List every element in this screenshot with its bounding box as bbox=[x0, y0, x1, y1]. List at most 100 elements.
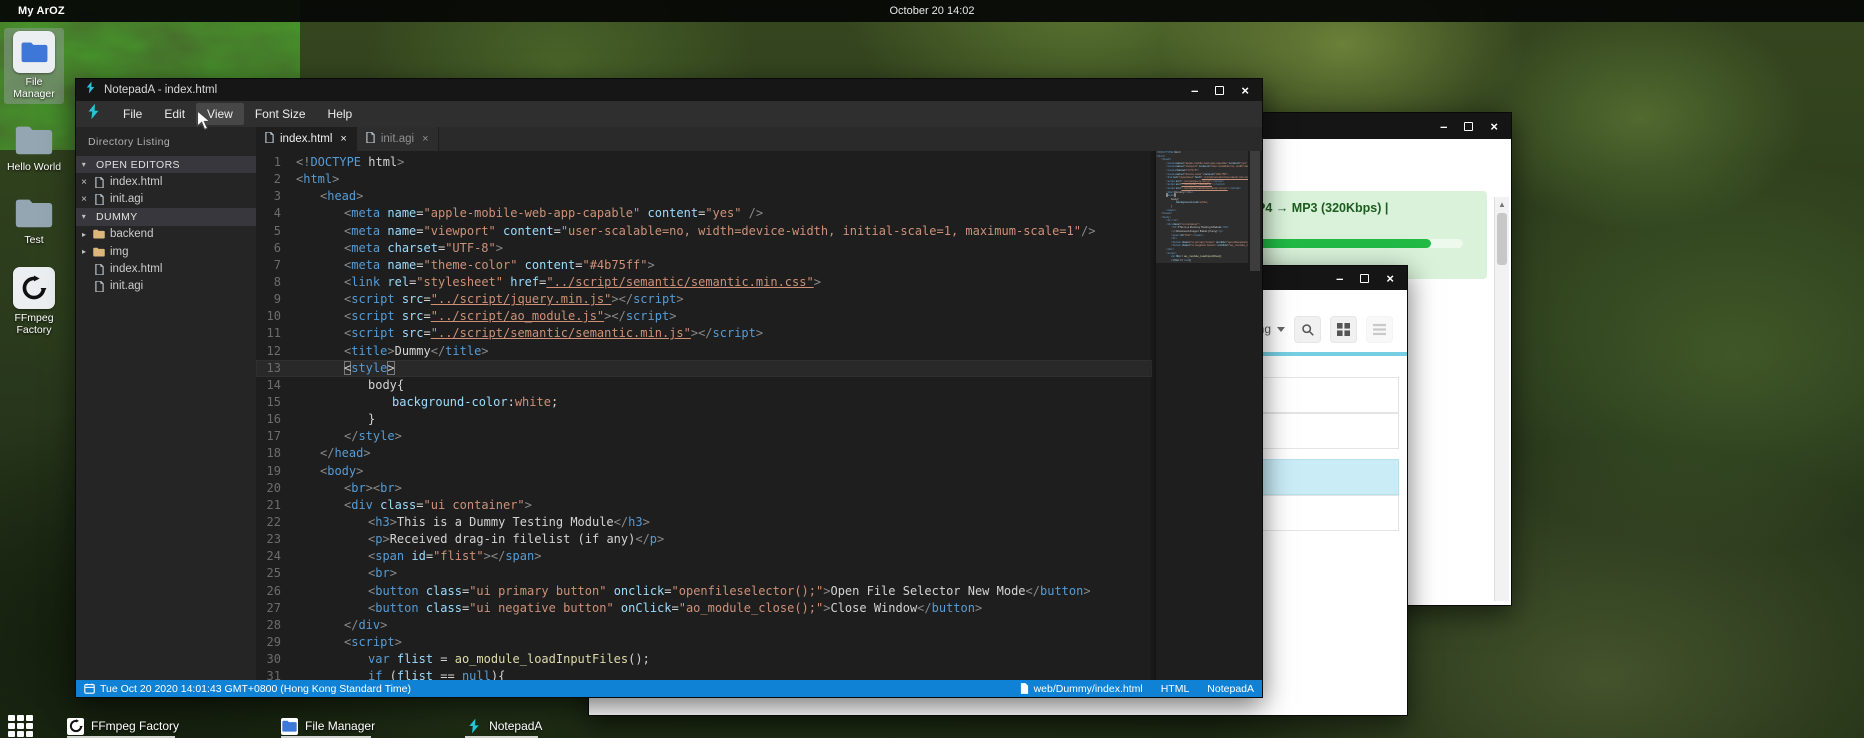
code-line: 25<br> bbox=[256, 565, 1152, 582]
tree-item-index-html[interactable]: ×index.html bbox=[76, 173, 256, 190]
tab-init-agi[interactable]: init.agi× bbox=[357, 127, 439, 151]
apps-grid-icon[interactable] bbox=[8, 715, 33, 737]
minimize-icon[interactable]: – bbox=[1191, 84, 1198, 97]
tree-section-dummy[interactable]: ▾DUMMY bbox=[76, 208, 256, 225]
chevron-down-icon: ▾ bbox=[76, 160, 92, 169]
desktop-icon-file-manager[interactable]: File Manager bbox=[4, 28, 64, 104]
maximize-icon[interactable] bbox=[1215, 86, 1224, 95]
menu-items: FileEditViewFont SizeHelp bbox=[112, 103, 363, 125]
code-text: body{ bbox=[296, 377, 404, 394]
tree-item-index-html[interactable]: index.html bbox=[76, 260, 256, 277]
line-number: 17 bbox=[256, 428, 296, 445]
line-number: 7 bbox=[256, 257, 296, 274]
editor-scrollbar[interactable] bbox=[1248, 151, 1262, 680]
notepada-titlebar[interactable]: NotepadA - index.html – × bbox=[76, 79, 1262, 101]
code-text: </style> bbox=[296, 428, 402, 445]
desktop-icon-hello-world[interactable]: Hello World bbox=[4, 118, 64, 177]
grid-view-button[interactable] bbox=[1330, 316, 1357, 343]
menu-view[interactable]: View bbox=[196, 103, 244, 125]
menu-font-size[interactable]: Font Size bbox=[244, 103, 317, 125]
line-number: 22 bbox=[256, 514, 296, 531]
tab-index-html[interactable]: index.html× bbox=[256, 127, 357, 151]
line-number: 9 bbox=[256, 291, 296, 308]
code-line: 3<head> bbox=[256, 188, 1152, 205]
maximize-icon[interactable] bbox=[1360, 274, 1369, 283]
code-line: 8<link rel="stylesheet" href="../script/… bbox=[256, 274, 1152, 291]
ffmpeg-scrollbar[interactable]: ▲ bbox=[1494, 197, 1509, 601]
tab-close-icon[interactable]: × bbox=[422, 133, 428, 145]
tree-section-open-editors[interactable]: ▾OPEN EDITORS bbox=[76, 156, 256, 173]
menu-file[interactable]: File bbox=[112, 103, 153, 125]
maximize-icon[interactable] bbox=[1464, 122, 1473, 131]
code-line: 30var flist = ao_module_loadInputFiles()… bbox=[256, 651, 1152, 668]
close-icon[interactable]: × bbox=[76, 194, 92, 205]
desktop-icon-label: Test bbox=[6, 234, 62, 246]
minimap[interactable]: <!DOCTYPE html><html><head><meta name="a… bbox=[1156, 151, 1248, 680]
code-text: if (flist == null){ bbox=[296, 668, 505, 680]
scrollbar-thumb[interactable] bbox=[1497, 213, 1507, 265]
line-number: 14 bbox=[256, 377, 296, 394]
notepada-logo-icon bbox=[465, 718, 482, 735]
line-number: 25 bbox=[256, 565, 296, 582]
code-text: <br> bbox=[296, 565, 397, 582]
line-number: 15 bbox=[256, 394, 296, 411]
minimap-shadow bbox=[1149, 151, 1156, 680]
close-icon[interactable]: × bbox=[1386, 272, 1394, 285]
line-number: 24 bbox=[256, 548, 296, 565]
list-view-button[interactable] bbox=[1366, 316, 1393, 343]
tab-close-icon[interactable]: × bbox=[340, 133, 346, 145]
menu-help[interactable]: Help bbox=[317, 103, 364, 125]
taskbar-app-notepada[interactable]: NotepadA bbox=[455, 714, 552, 738]
code-text: <body> bbox=[296, 463, 363, 480]
recycle-icon bbox=[67, 718, 84, 735]
close-icon[interactable]: × bbox=[1241, 84, 1249, 97]
taskbar-app-file-manager[interactable]: File Manager bbox=[271, 714, 385, 738]
code-text: <script src="../script/semantic/semantic… bbox=[296, 325, 763, 342]
code-line: 13<style> bbox=[256, 360, 1152, 377]
line-number: 20 bbox=[256, 480, 296, 497]
minimap-slider[interactable] bbox=[1156, 151, 1248, 263]
status-language: HTML bbox=[1161, 683, 1190, 695]
taskbar-app-ffmpeg-factory[interactable]: FFmpeg Factory bbox=[57, 714, 189, 738]
code-line: 9<script src="../script/jquery.min.js"><… bbox=[256, 291, 1152, 308]
tree-item-init-agi[interactable]: init.agi bbox=[76, 278, 256, 295]
desktop-icon-test[interactable]: Test bbox=[4, 191, 64, 250]
line-number: 2 bbox=[256, 171, 296, 188]
status-datetime: Tue Oct 20 2020 14:01:43 GMT+0800 (Hong … bbox=[100, 683, 411, 695]
close-icon[interactable]: × bbox=[1490, 120, 1498, 133]
directory-sidebar: Directory Listing ▾OPEN EDITORS×index.ht… bbox=[76, 127, 256, 680]
minimize-icon[interactable]: – bbox=[1440, 120, 1447, 133]
file-icon bbox=[92, 281, 106, 292]
code-editor[interactable]: 1<!DOCTYPE html>2<html>3<head>4<meta nam… bbox=[256, 151, 1262, 680]
chevron-right-icon: ▸ bbox=[76, 230, 92, 239]
close-icon[interactable]: × bbox=[76, 177, 92, 188]
taskbar-app-label: File Manager bbox=[305, 719, 375, 733]
scroll-up-icon[interactable]: ▲ bbox=[1495, 197, 1509, 209]
line-number: 1 bbox=[256, 154, 296, 171]
tree-item-img[interactable]: ▸img bbox=[76, 243, 256, 260]
code-line: 29<script> bbox=[256, 634, 1152, 651]
notepada-window[interactable]: NotepadA - index.html – × FileEditViewFo… bbox=[75, 78, 1263, 698]
topbar: My ArOZ October 20 14:02 bbox=[0, 0, 1864, 22]
code-line: 19<body> bbox=[256, 463, 1152, 480]
folder-icon bbox=[92, 247, 106, 257]
tree-item-backend[interactable]: ▸backend bbox=[76, 226, 256, 243]
line-number: 16 bbox=[256, 411, 296, 428]
desktop-icon-ffmpeg-factory[interactable]: FFmpeg Factory bbox=[4, 264, 64, 340]
folder-icon bbox=[281, 718, 298, 735]
tree-item-init-agi[interactable]: ×init.agi bbox=[76, 191, 256, 208]
code-text: <p>Received drag-in filelist (if any)</p… bbox=[296, 531, 664, 548]
minimize-icon[interactable]: – bbox=[1336, 272, 1343, 285]
file-icon bbox=[92, 177, 106, 188]
code-line: 31if (flist == null){ bbox=[256, 668, 1152, 680]
line-number: 10 bbox=[256, 308, 296, 325]
search-button[interactable] bbox=[1294, 316, 1321, 343]
code-text: <div class="ui container"> bbox=[296, 497, 532, 514]
menu-edit[interactable]: Edit bbox=[153, 103, 196, 125]
chevron-down-icon: ▾ bbox=[76, 212, 92, 221]
code-line: 16} bbox=[256, 411, 1152, 428]
desktop-icon-label: FFmpeg Factory bbox=[6, 312, 62, 336]
code-text: </head> bbox=[296, 445, 371, 462]
desktop-icon-label: Hello World bbox=[6, 161, 62, 173]
code-lines: 1<!DOCTYPE html>2<html>3<head>4<meta nam… bbox=[256, 154, 1152, 680]
